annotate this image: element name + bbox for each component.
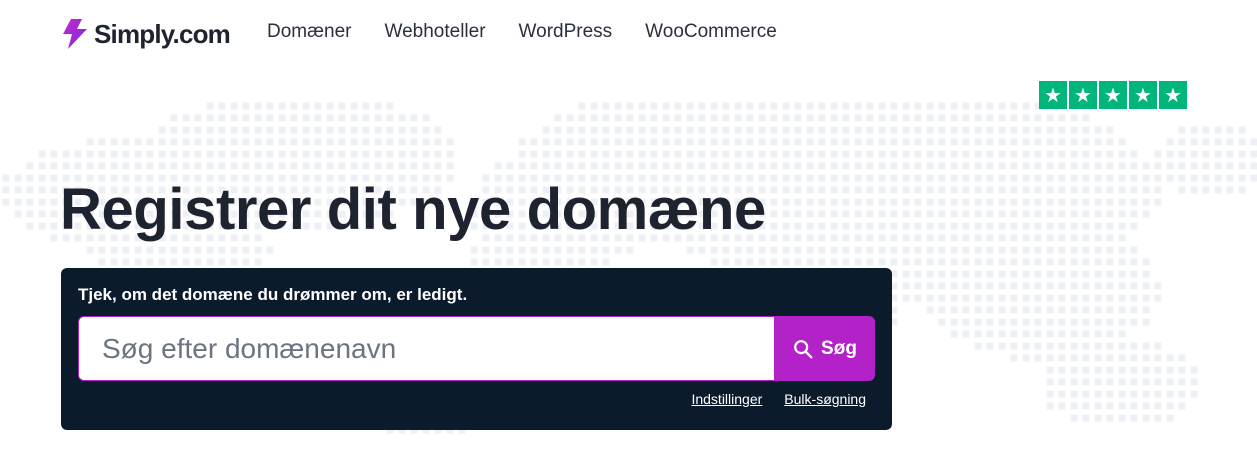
settings-link[interactable]: Indstillinger: [691, 391, 762, 407]
page-title: Registrer dit nye domæne: [60, 177, 766, 242]
search-icon: [794, 339, 813, 358]
star-icon: ★: [1039, 81, 1067, 109]
star-icon: ★: [1129, 81, 1157, 109]
lightning-bolt-icon: [63, 19, 87, 49]
logo[interactable]: Simply.com: [60, 17, 231, 51]
search-button-label: Søg: [821, 337, 857, 359]
search-heading: Tjek, om det domæne du drømmer om, er le…: [78, 285, 468, 304]
logo-text: Simply.com: [94, 18, 231, 49]
star-icon: ★: [1069, 81, 1097, 109]
rating-stars[interactable]: ★ ★ ★ ★ ★: [1039, 81, 1187, 109]
bulk-search-link[interactable]: Bulk-søgning: [784, 391, 866, 407]
site-header: Simply.com Domæner Webhoteller WordPress…: [0, 0, 1257, 66]
search-row: Søg: [78, 316, 875, 381]
nav-item-woocommerce[interactable]: WooCommerce: [645, 21, 777, 43]
main-nav: Domæner Webhoteller WordPress WooCommerc…: [267, 21, 777, 43]
search-options: Indstillinger Bulk-søgning: [691, 391, 866, 407]
star-icon: ★: [1159, 81, 1187, 109]
star-icon: ★: [1099, 81, 1127, 109]
domain-search-panel: Tjek, om det domæne du drømmer om, er le…: [61, 268, 892, 430]
domain-search-input[interactable]: [78, 316, 774, 381]
search-button[interactable]: Søg: [774, 316, 875, 381]
nav-item-domains[interactable]: Domæner: [267, 21, 351, 43]
nav-item-wordpress[interactable]: WordPress: [519, 21, 613, 43]
nav-item-webhosting[interactable]: Webhoteller: [384, 21, 485, 43]
